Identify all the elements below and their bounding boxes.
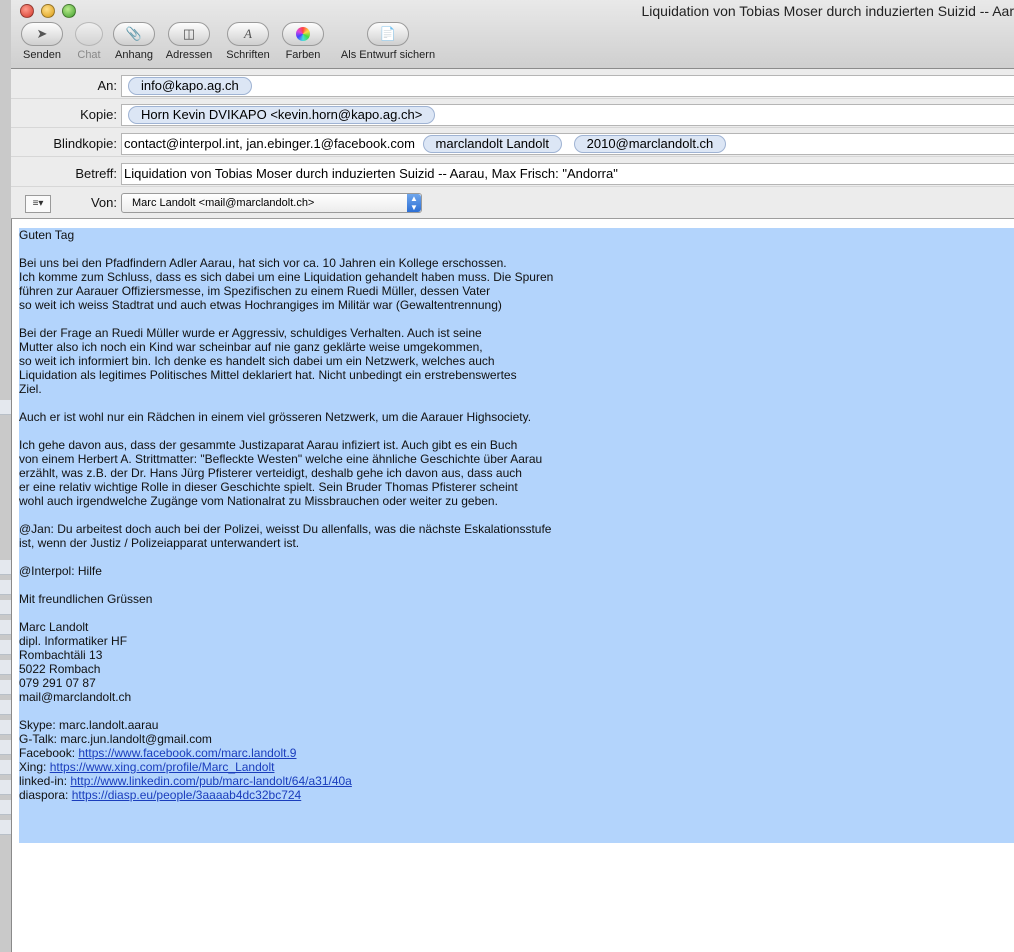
contact-list: Skype: marc.landolt.aarau G-Talk: marc.j… [19, 718, 352, 802]
save-draft-button[interactable]: 📄 Als Entwurf sichern [333, 22, 443, 61]
diaspora-link[interactable]: https://diasp.eu/people/3aaaab4dc32bc724 [72, 788, 302, 802]
paragraph: Auch er ist wohl nur ein Rädchen in eine… [19, 410, 532, 424]
draft-icon: 📄 [367, 22, 409, 46]
greeting: Guten Tag [19, 228, 75, 242]
window-title: Liquidation von Tobias Moser durch induz… [641, 3, 1014, 19]
recipient-token[interactable]: Horn Kevin DVIKAPO <kevin.horn@kapo.ag.c… [128, 106, 436, 124]
bcc-row: Blindkopie: contact@interpol.int, jan.eb… [11, 130, 1014, 157]
paragraph: Ich gehe davon aus, dass der gesammte Ju… [19, 438, 543, 508]
paragraph: Bei uns bei den Pfadfindern Adler Aarau,… [19, 256, 554, 312]
fonts-button[interactable]: A Schriften [222, 22, 274, 61]
to-field[interactable]: info@kapo.ag.ch [121, 75, 1014, 97]
paperclip-icon: 📎 [113, 22, 155, 46]
facebook-link[interactable]: https://www.facebook.com/marc.landolt.9 [78, 746, 296, 760]
subject-field[interactable]: Liquidation von Tobias Moser durch induz… [121, 163, 1014, 185]
linkedin-link[interactable]: http://www.linkedin.com/pub/marc-landolt… [70, 774, 352, 788]
color-wheel-icon [282, 22, 324, 46]
gtalk-id: marc.jun.landolt@gmail.com [60, 732, 212, 746]
chat-button[interactable]: Chat [69, 22, 109, 61]
bcc-label: Blindkopie: [53, 136, 117, 151]
cc-label: Kopie: [80, 107, 117, 122]
recipient-token[interactable]: marclandolt Landolt [422, 135, 562, 153]
cc-field[interactable]: Horn Kevin DVIKAPO <kevin.horn@kapo.ag.c… [121, 104, 1014, 126]
cc-row: Kopie: Horn Kevin DVIKAPO <kevin.horn@ka… [11, 101, 1014, 128]
paragraph: Bei der Frage an Ruedi Müller wurde er A… [19, 326, 517, 396]
xing-link[interactable]: https://www.xing.com/profile/Marc_Landol… [50, 760, 275, 774]
close-window-button[interactable] [20, 4, 34, 18]
signature: Marc Landolt dipl. Informatiker HF Rombach… [19, 620, 132, 704]
from-label: Von: [90, 195, 117, 210]
subject-label: Betreff: [75, 166, 117, 181]
minimize-window-button[interactable] [41, 4, 55, 18]
send-icon: ➤ [21, 22, 63, 46]
chat-icon [75, 22, 103, 46]
zoom-window-button[interactable] [62, 4, 76, 18]
skype-id: marc.landolt.aarau [59, 718, 159, 732]
window-titlebar: Liquidation von Tobias Moser durch induz… [11, 0, 1014, 69]
colors-button[interactable]: Farben [281, 22, 325, 61]
message-header: An: info@kapo.ag.ch Kopie: Horn Kevin DV… [11, 69, 1014, 219]
bcc-field[interactable]: contact@interpol.int, jan.ebinger.1@face… [121, 133, 1014, 155]
to-row: An: info@kapo.ag.ch [11, 72, 1014, 99]
addresses-button[interactable]: ◫ Adressen [163, 22, 215, 61]
paragraph: @Interpol: Hilfe [19, 564, 102, 578]
updown-arrows-icon: ▲ ▼ [407, 194, 421, 212]
paragraph: @Jan: Du arbeitest doch auch bei der Pol… [19, 522, 552, 550]
font-icon: A [227, 22, 269, 46]
recipient-token[interactable]: 2010@marclandolt.ch [573, 135, 727, 153]
address-book-icon: ◫ [168, 22, 210, 46]
send-button[interactable]: ➤ Senden [21, 22, 63, 61]
attach-button[interactable]: 📎 Anhang [113, 22, 155, 61]
from-select[interactable]: Marc Landolt <mail@marclandolt.ch> ▲ ▼ [121, 193, 422, 213]
bcc-text: contact@interpol.int, jan.ebinger.1@face… [124, 136, 415, 151]
recipient-token[interactable]: info@kapo.ag.ch [128, 77, 252, 95]
subject-row: Betreff: Liquidation von Tobias Moser du… [11, 160, 1014, 187]
message-body[interactable]: Guten Tag Bei uns bei den Pfadfindern Ad… [19, 228, 1014, 843]
paragraph: Mit freundlichen Grüssen [19, 592, 153, 606]
to-label: An: [97, 78, 117, 93]
